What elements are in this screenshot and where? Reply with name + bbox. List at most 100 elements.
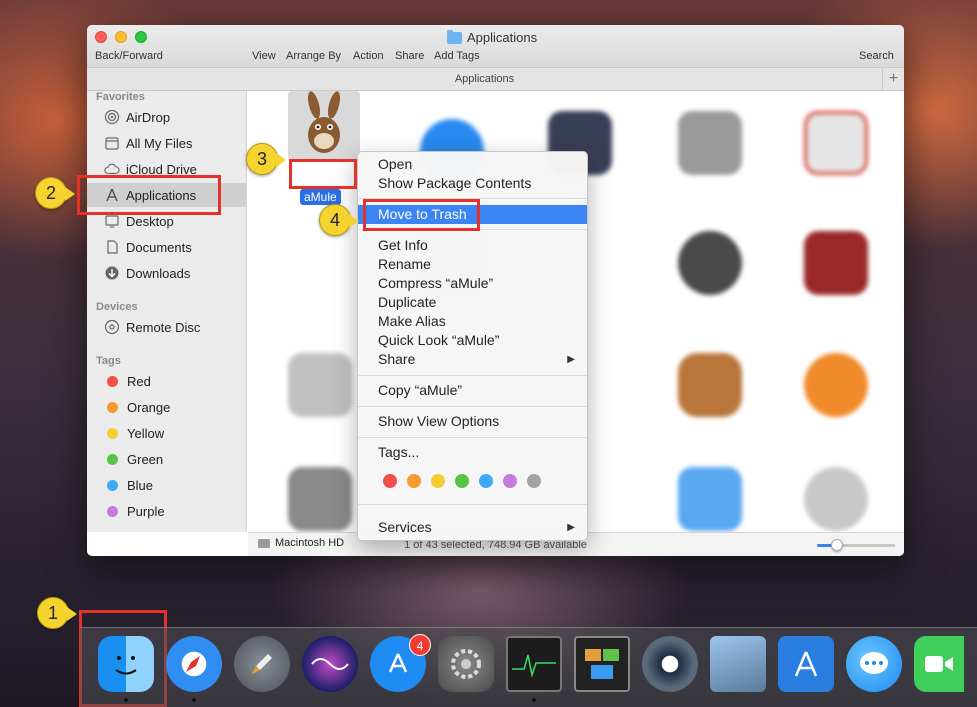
sidebar-tag-yellow[interactable]: Yellow	[87, 421, 246, 445]
sidebar-item-label: Yellow	[127, 425, 165, 441]
quicktime-icon[interactable]	[642, 636, 698, 692]
menu-item-services[interactable]: Services ▶	[358, 518, 587, 537]
sidebar-tag-orange[interactable]: Orange	[87, 395, 246, 419]
slider-knob[interactable]	[830, 539, 843, 551]
tab-bar: Applications +	[87, 68, 904, 91]
dashboard-app-icon[interactable]	[678, 231, 742, 295]
share-button[interactable]: Share	[395, 50, 424, 62]
amule-app-icon[interactable]	[288, 91, 360, 159]
menu-item-open[interactable]: Open	[358, 155, 587, 174]
activity-monitor-icon[interactable]	[506, 636, 562, 692]
add-tags-button[interactable]: Add Tags	[434, 50, 480, 62]
calendar-app-icon[interactable]	[804, 111, 868, 175]
safari-icon[interactable]	[166, 636, 222, 692]
running-indicator	[532, 698, 536, 702]
back-forward-button[interactable]: Back/Forward	[95, 50, 163, 62]
launchpad-app-icon[interactable]	[804, 467, 868, 531]
dvd-player-app-icon[interactable]	[288, 353, 352, 417]
image-capture-app-icon[interactable]	[288, 467, 352, 531]
window-title-text: Applications	[467, 30, 538, 45]
arrange-by-button[interactable]: Arrange By	[286, 50, 341, 62]
tag-dot-blue[interactable]	[479, 474, 493, 488]
sidebar-item-label: Downloads	[126, 265, 191, 281]
tag-dot-purple[interactable]	[503, 474, 517, 488]
xcode-icon[interactable]	[778, 636, 834, 692]
sidebar-item-airdrop[interactable]: AirDrop	[87, 105, 246, 129]
step-badge-4: 4	[319, 204, 359, 236]
search-field[interactable]: Search	[859, 50, 894, 62]
finder-icon[interactable]	[98, 636, 154, 692]
sidebar-tag-purple[interactable]: Purple	[87, 499, 246, 523]
amule-filename-label[interactable]: aMule	[300, 189, 341, 205]
menu-item-quick-look[interactable]: Quick Look “aMule”	[358, 331, 587, 350]
tag-dot-green[interactable]	[455, 474, 469, 488]
callout-box-applications	[77, 175, 221, 215]
close-button[interactable]	[95, 31, 107, 43]
favorites-header: Favorites	[96, 91, 145, 103]
mission-control-icon[interactable]	[574, 636, 630, 692]
tag-dot-gray[interactable]	[527, 474, 541, 488]
new-tab-button[interactable]: +	[882, 68, 904, 90]
tags-header: Tags	[96, 355, 121, 367]
disc-icon	[104, 319, 120, 335]
sidebar-item-label: Purple	[127, 503, 165, 519]
minimize-button[interactable]	[115, 31, 127, 43]
menu-item-make-alias[interactable]: Make Alias	[358, 312, 587, 331]
menu-item-duplicate[interactable]: Duplicate	[358, 293, 587, 312]
menu-item-label: Services	[378, 519, 432, 535]
submenu-arrow-icon: ▶	[567, 354, 575, 365]
menu-item-compress[interactable]: Compress “aMule”	[358, 274, 587, 293]
menu-item-tags[interactable]: Tags...	[358, 443, 587, 462]
sidebar-item-downloads[interactable]: Downloads	[87, 261, 246, 285]
sidebar-tag-green[interactable]: Green	[87, 447, 246, 471]
documents-icon	[104, 239, 120, 255]
garageband-app-icon[interactable]	[678, 353, 742, 417]
menu-item-copy[interactable]: Copy “aMule”	[358, 381, 587, 400]
tag-dot-red[interactable]	[383, 474, 397, 488]
sidebar-tag-blue[interactable]: Blue	[87, 473, 246, 497]
sidebar-item-label: Documents	[126, 239, 192, 255]
sidebar-tag-red[interactable]: Red	[87, 369, 246, 393]
menu-separator	[358, 437, 587, 438]
menu-item-show-view-options[interactable]: Show View Options	[358, 412, 587, 431]
menu-item-share[interactable]: Share ▶	[358, 350, 587, 369]
dock: 4	[80, 627, 977, 707]
submenu-arrow-icon: ▶	[567, 522, 575, 533]
preview-icon[interactable]	[710, 636, 766, 692]
sidebar-item-remote-disc[interactable]: Remote Disc	[87, 315, 246, 339]
facetime-icon[interactable]	[914, 636, 964, 692]
system-preferences-icon[interactable]	[438, 636, 494, 692]
calculator-app-icon[interactable]	[678, 111, 742, 175]
app-store-update-badge: 4	[409, 634, 431, 656]
dictionary-app-icon[interactable]	[804, 231, 868, 295]
siri-icon[interactable]	[302, 636, 358, 692]
menu-item-get-info[interactable]: Get Info	[358, 236, 587, 255]
title-bar: Applications Back/Forward View Arrange B…	[87, 25, 904, 68]
tag-dot-yellow[interactable]	[431, 474, 445, 488]
maximize-button[interactable]	[135, 31, 147, 43]
step-badge-3: 3	[246, 143, 286, 175]
sidebar: Favorites AirDrop All My Files iCloud Dr…	[87, 91, 247, 532]
sidebar-item-all-my-files[interactable]: All My Files	[87, 131, 246, 155]
tag-color-dot	[107, 453, 118, 465]
launchpad-icon[interactable]	[234, 636, 290, 692]
step-badge-1: 1	[37, 597, 77, 629]
utilities-folder-icon[interactable]	[678, 467, 742, 531]
tag-color-dot	[107, 375, 118, 387]
window-title: Applications	[447, 29, 538, 45]
messages-icon[interactable]	[846, 636, 902, 692]
ibooks-app-icon[interactable]	[804, 353, 868, 417]
tag-dot-orange[interactable]	[407, 474, 421, 488]
sidebar-item-documents[interactable]: Documents	[87, 235, 246, 259]
sidebar-item-label: All My Files	[126, 135, 193, 151]
tab-applications[interactable]: Applications	[87, 73, 882, 85]
menu-item-show-package-contents[interactable]: Show Package Contents	[358, 174, 587, 193]
icon-size-slider[interactable]	[817, 539, 895, 551]
tag-color-dot	[107, 401, 118, 413]
menu-item-rename[interactable]: Rename	[358, 255, 587, 274]
step-badge-2: 2	[35, 177, 75, 209]
view-button[interactable]: View	[252, 50, 276, 62]
action-button[interactable]: Action	[353, 50, 384, 62]
running-indicator	[124, 698, 128, 702]
callout-box-amule	[289, 159, 357, 189]
